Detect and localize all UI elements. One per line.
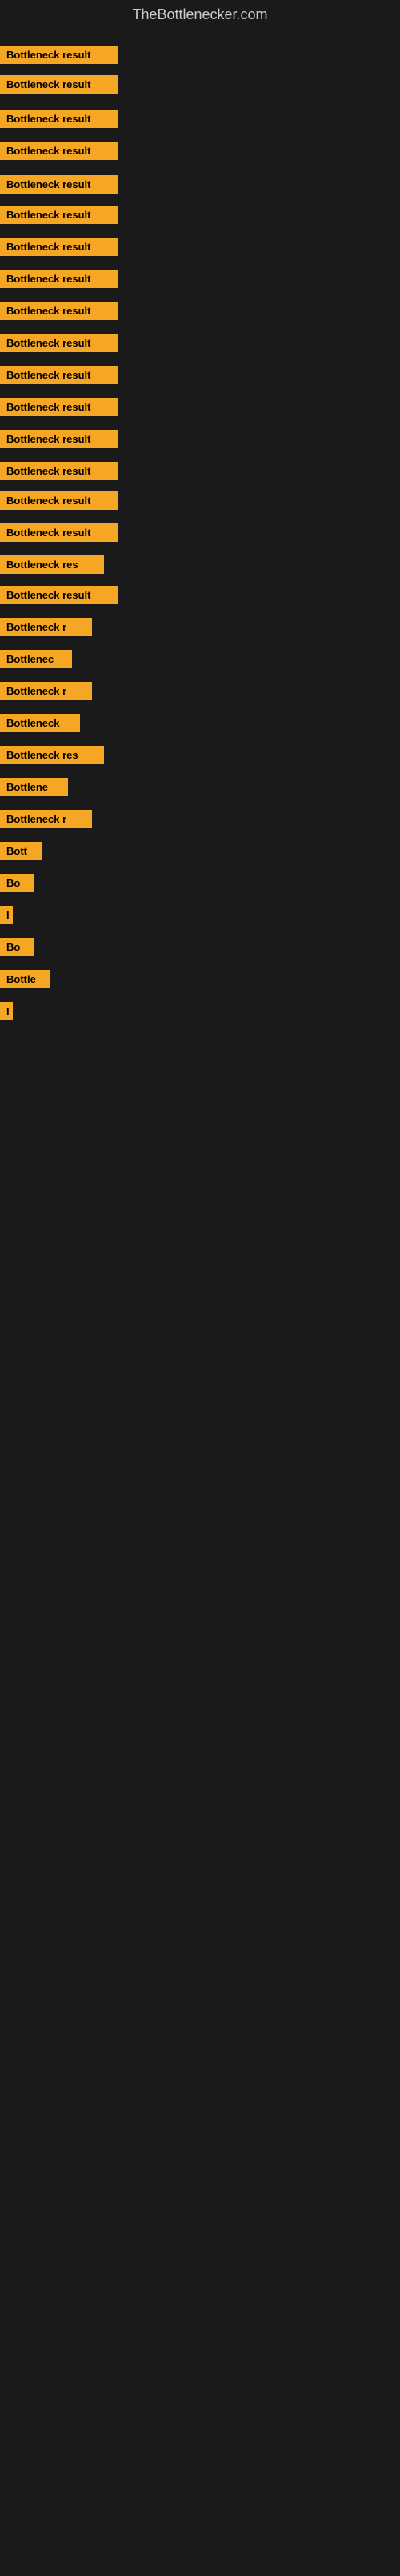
- site-title: TheBottlenecker.com: [0, 0, 400, 31]
- bottleneck-label: Bottlenec: [0, 650, 72, 668]
- bottleneck-label: Bo: [0, 938, 34, 956]
- bottleneck-item: I: [0, 906, 13, 928]
- bottleneck-label: Bottleneck r: [0, 810, 92, 828]
- bottleneck-item: Bottleneck result: [0, 462, 118, 484]
- bottleneck-label: Bottleneck result: [0, 75, 118, 94]
- bottleneck-item: Bottleneck result: [0, 586, 118, 608]
- bottleneck-item: Bottleneck result: [0, 75, 118, 98]
- bottleneck-label: Bottleneck res: [0, 555, 104, 574]
- bottleneck-label: Bottleneck result: [0, 206, 118, 224]
- bottleneck-label: Bottleneck result: [0, 430, 118, 448]
- bottleneck-item: Bottleneck result: [0, 334, 118, 356]
- bottleneck-item: Bottleneck result: [0, 238, 118, 260]
- bottleneck-item: Bottleneck: [0, 714, 80, 736]
- bottleneck-label: Bottleneck result: [0, 270, 118, 288]
- bottleneck-item: Bottleneck r: [0, 618, 92, 640]
- bottleneck-item: Bottleneck result: [0, 46, 118, 68]
- bottleneck-item: Bo: [0, 874, 34, 896]
- bottleneck-item: Bottleneck result: [0, 430, 118, 452]
- bottleneck-item: Bottleneck result: [0, 523, 118, 546]
- bottleneck-item: Bottleneck result: [0, 206, 118, 228]
- bottleneck-label: Bott: [0, 842, 42, 860]
- bottleneck-item: Bottleneck result: [0, 110, 118, 132]
- bottleneck-item: Bottle: [0, 970, 50, 992]
- bottleneck-label: Bottleneck res: [0, 746, 104, 764]
- bottleneck-item: Bottleneck result: [0, 366, 118, 388]
- bottleneck-label: Bottleneck result: [0, 46, 118, 64]
- bottleneck-label: Bottleneck result: [0, 175, 118, 194]
- bottleneck-label: Bo: [0, 874, 34, 892]
- bottleneck-label: Bottleneck result: [0, 462, 118, 480]
- bottleneck-item: Bottleneck result: [0, 491, 118, 514]
- bottleneck-label: Bottleneck result: [0, 491, 118, 510]
- bottleneck-label: Bottlene: [0, 778, 68, 796]
- bottleneck-item: Bottleneck result: [0, 270, 118, 292]
- bottleneck-label: Bottle: [0, 970, 50, 988]
- bottleneck-item: Bottleneck result: [0, 142, 118, 164]
- bottleneck-label: Bottleneck result: [0, 398, 118, 416]
- bottleneck-label: Bottleneck: [0, 714, 80, 732]
- bottleneck-label: Bottleneck result: [0, 302, 118, 320]
- bottleneck-item: Bottlene: [0, 778, 68, 800]
- bottleneck-item: Bottleneck res: [0, 746, 104, 768]
- bottleneck-label: Bottleneck result: [0, 334, 118, 352]
- bottleneck-label: Bottleneck r: [0, 682, 92, 700]
- bottleneck-item: Bottleneck result: [0, 302, 118, 324]
- bottleneck-label: Bottleneck result: [0, 366, 118, 384]
- bottleneck-label: Bottleneck result: [0, 142, 118, 160]
- bottleneck-item: Bottleneck result: [0, 175, 118, 198]
- bottleneck-item: Bottleneck res: [0, 555, 104, 578]
- bottleneck-label: I: [0, 906, 13, 924]
- bottleneck-label: Bottleneck r: [0, 618, 92, 636]
- bottleneck-item: Bo: [0, 938, 34, 960]
- bottleneck-label: Bottleneck result: [0, 238, 118, 256]
- bottleneck-item: I: [0, 1002, 13, 1024]
- bottleneck-label: Bottleneck result: [0, 523, 118, 542]
- bottleneck-item: Bottleneck result: [0, 398, 118, 420]
- bottleneck-label: I: [0, 1002, 13, 1020]
- bottleneck-item: Bottlenec: [0, 650, 72, 672]
- bottleneck-item: Bottleneck r: [0, 682, 92, 704]
- bottleneck-item: Bottleneck r: [0, 810, 92, 832]
- bottleneck-label: Bottleneck result: [0, 586, 118, 604]
- bottleneck-label: Bottleneck result: [0, 110, 118, 128]
- bottleneck-item: Bott: [0, 842, 42, 864]
